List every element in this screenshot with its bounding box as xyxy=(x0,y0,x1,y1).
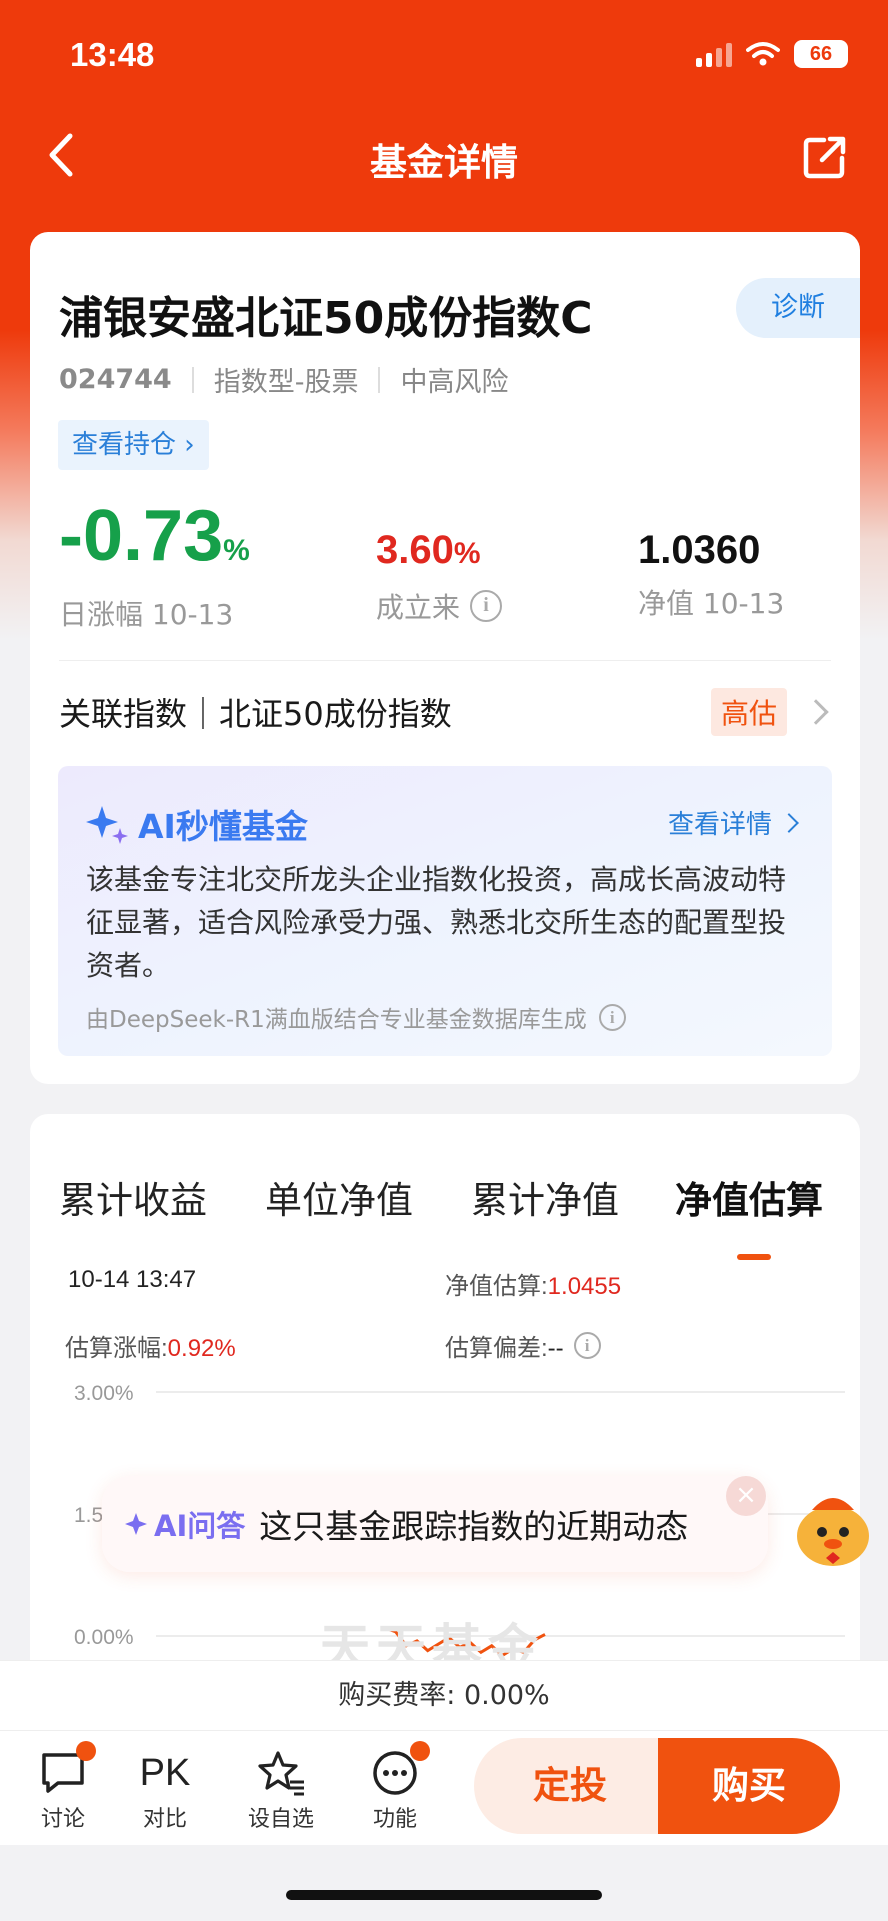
ai-summary-more-link[interactable]: 查看详情 xyxy=(667,804,799,841)
pk-icon: PK xyxy=(139,1751,191,1794)
share-icon[interactable] xyxy=(802,134,848,180)
discussion-button[interactable]: 讨论 xyxy=(18,1741,108,1833)
signal-icon xyxy=(696,41,732,67)
estimate-deviation-label: 估算偏差: xyxy=(445,1335,548,1362)
ai-question-tag: AI问答 xyxy=(124,1503,245,1545)
info-icon[interactable]: i xyxy=(470,590,503,622)
active-tab-indicator xyxy=(737,1254,771,1260)
more-functions-button[interactable]: 功能 xyxy=(350,1741,440,1833)
discussion-label: 讨论 xyxy=(40,1807,85,1832)
compare-label: 对比 xyxy=(142,1807,187,1832)
add-watchlist-label: 设自选 xyxy=(247,1807,314,1832)
status-time: 13:48 xyxy=(70,36,155,73)
fund-meta: 024744 指数型-股票 中高风险 xyxy=(59,360,508,399)
ai-summary-body: 该基金专注北交所龙头企业指数化投资，高成长高波动特征显著，适合风险承受力强、熟悉… xyxy=(86,863,787,982)
estimate-timestamp: 10-14 13:47 xyxy=(68,1266,197,1293)
y-tick-label: 3.00% xyxy=(74,1382,134,1405)
ai-summary-source-text: 由DeepSeek-R1满血版结合专业基金数据库生成 xyxy=(86,1007,587,1033)
view-holdings-button[interactable]: 查看持仓 › xyxy=(58,420,209,470)
ai-summary-more-label: 查看详情 xyxy=(667,810,772,840)
nav-metric: 1.0360 净值 10-13 xyxy=(638,524,784,622)
nav-label: 净值 10-13 xyxy=(638,587,785,620)
y-tick-label: 1.5 xyxy=(74,1504,103,1527)
ai-summary-title-row: AI秒懂基金 xyxy=(86,800,308,848)
tab-cumulative-return[interactable]: 累计收益 xyxy=(59,1170,207,1224)
buy-button[interactable]: 购买 xyxy=(658,1738,840,1834)
sip-button[interactable]: 定投 xyxy=(474,1738,666,1834)
ai-summary-box: AI秒懂基金 查看详情 该基金专注北交所龙头企业指数化投资，高成长高波动特征显著… xyxy=(58,766,832,1056)
chevron-right-icon xyxy=(779,812,799,833)
fund-risk: 中高风险 xyxy=(400,367,509,398)
estimate-change-value: 0.92% xyxy=(167,1335,236,1362)
more-functions-label: 功能 xyxy=(372,1807,417,1832)
info-icon[interactable]: i xyxy=(598,1003,626,1031)
battery-icon: 66 xyxy=(794,40,848,68)
wifi-icon xyxy=(746,42,780,66)
tab-nav-estimate[interactable]: 净值估算 xyxy=(675,1170,823,1224)
notification-dot xyxy=(410,1741,430,1761)
sparkle-icon xyxy=(125,1513,147,1535)
nav-value: 1.0360 xyxy=(638,528,761,572)
nav-estimate-field: 净值估算:1.0455 xyxy=(445,1266,621,1301)
since-inception-label: 成立来 xyxy=(376,591,461,624)
since-inception-unit: % xyxy=(453,537,481,570)
since-inception-metric: 3.60% 成立来 i xyxy=(376,524,503,626)
nav-estimate-value: 1.0455 xyxy=(547,1273,622,1300)
valuation-badge: 高估 xyxy=(710,688,787,736)
add-watchlist-button[interactable]: 设自选 xyxy=(236,1745,326,1833)
info-icon[interactable]: i xyxy=(573,1332,601,1359)
nav-estimate-label: 净值估算: xyxy=(445,1273,548,1300)
ai-summary-title: AI秒懂基金 xyxy=(138,807,308,846)
fund-name: 浦银安盛北证50成份指数C xyxy=(59,293,593,344)
compare-button[interactable]: PK 对比 xyxy=(120,1745,210,1833)
page-title: 基金详情 xyxy=(370,141,518,184)
meta-divider xyxy=(378,366,381,393)
purchase-fee-rate: 购买费率: 0.00% xyxy=(0,1660,888,1730)
chart-tabs: 累计收益 单位净值 累计净值 净值估算 xyxy=(30,1154,860,1260)
star-list-icon xyxy=(258,1751,304,1796)
close-icon[interactable]: × xyxy=(726,1476,766,1516)
estimate-change-field: 估算涨幅:0.92% xyxy=(65,1328,236,1363)
fund-summary-card: 浦银安盛北证50成份指数C 诊断 024744 指数型-股票 中高风险 查看持仓… xyxy=(30,232,860,1084)
fund-code: 024744 xyxy=(59,364,172,395)
meta-divider xyxy=(191,366,194,393)
ai-question-text: 这只基金跟踪指数的近期动态 xyxy=(259,1507,689,1546)
related-index-text: 关联指数｜北证50成份指数 xyxy=(59,695,452,733)
sparkle-icon xyxy=(86,806,128,844)
tab-cumulative-nav[interactable]: 累计净值 xyxy=(471,1170,619,1224)
chevron-right-icon xyxy=(803,699,829,725)
home-indicator xyxy=(286,1890,602,1900)
since-inception-value: 3.60 xyxy=(376,528,454,572)
status-icons: 66 xyxy=(696,40,848,68)
divider xyxy=(59,660,831,661)
fund-type: 指数型-股票 xyxy=(213,367,359,398)
estimate-deviation-value: -- xyxy=(547,1335,564,1362)
ai-summary-source: 由DeepSeek-R1满血版结合专业基金数据库生成 i xyxy=(86,1000,626,1034)
related-index-row[interactable]: 关联指数｜北证50成份指数 高估 xyxy=(59,680,831,744)
ai-question-pill[interactable]: AI问答 这只基金跟踪指数的近期动态 xyxy=(102,1476,768,1572)
mascot-icon[interactable] xyxy=(790,1484,876,1570)
daily-change-label: 日涨幅 10-13 xyxy=(59,598,234,631)
estimate-change-label: 估算涨幅: xyxy=(65,1335,168,1362)
notification-dot xyxy=(76,1741,96,1761)
tab-unit-nav[interactable]: 单位净值 xyxy=(265,1170,413,1224)
daily-change-unit: % xyxy=(223,534,250,567)
daily-change-metric: -0.73% 日涨幅 10-13 xyxy=(59,500,250,633)
estimate-deviation-field: 估算偏差:-- i xyxy=(445,1328,601,1363)
diagnose-button[interactable]: 诊断 xyxy=(736,278,860,338)
daily-change-value: -0.73 xyxy=(59,496,224,576)
y-tick-label: 0.00% xyxy=(74,1626,134,1649)
